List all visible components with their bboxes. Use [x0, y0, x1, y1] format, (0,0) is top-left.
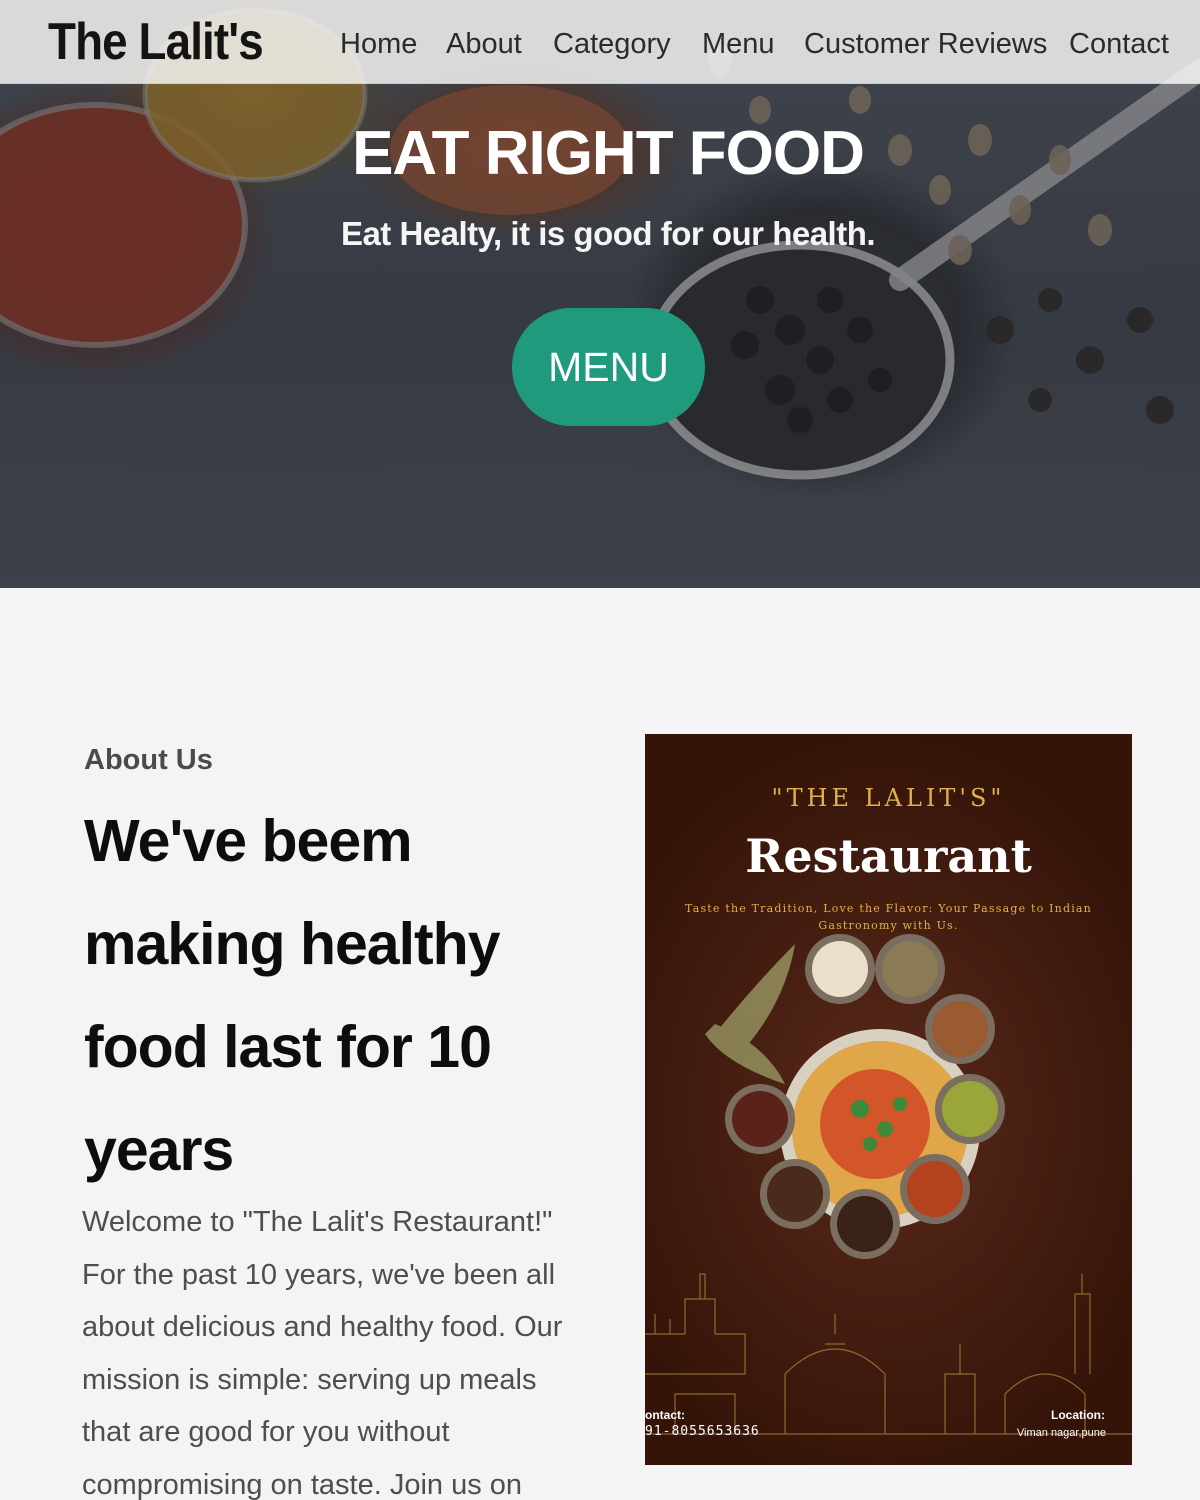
about-heading: We've beem making healthy food last for … [84, 808, 501, 1183]
poster-location-value: Viman nagar,pune [1016, 1427, 1106, 1439]
nav-link-about[interactable]: About [446, 24, 522, 64]
poster-contact-number: 91-8055653636 [645, 1424, 760, 1439]
hero-overlay [0, 0, 1200, 588]
about-body-text: Welcome to "The Lalit's Restaurant!" For… [82, 1206, 563, 1500]
brand-logo[interactable]: The Lalit's [48, 10, 264, 74]
nav-link-category[interactable]: Category [553, 24, 671, 64]
poster-tagline: Taste the Tradition, Love the Flavor: Yo… [685, 902, 1092, 932]
poster-restaurant-name: Restaurant [745, 829, 1032, 883]
nav-link-home[interactable]: Home [340, 24, 417, 64]
nav-link-customer-reviews[interactable]: Customer Reviews [804, 24, 1047, 64]
nav-link-menu[interactable]: Menu [702, 24, 775, 64]
hero-title: EAT RIGHT FOOD [352, 119, 865, 188]
about-kicker: About Us [84, 744, 213, 776]
poster-location-label: Location: [1051, 1408, 1105, 1422]
restaurant-poster-image: "THE LALIT'S" Restaurant Taste the Tradi… [645, 734, 1132, 1465]
hero-banner: EAT RIGHT FOOD Eat Healty, it is good fo… [0, 0, 1200, 588]
top-navbar: The Lalit's Home About Category Menu Cus… [0, 0, 1200, 84]
menu-button[interactable]: MENU [512, 308, 705, 426]
poster-contact-label: ontact: [645, 1408, 685, 1422]
poster-brand-label: "THE LALIT'S" [771, 784, 1006, 812]
hero-subtitle: Eat Healty, it is good for our health. [340, 215, 876, 252]
nav-link-contact[interactable]: Contact [1069, 24, 1169, 64]
